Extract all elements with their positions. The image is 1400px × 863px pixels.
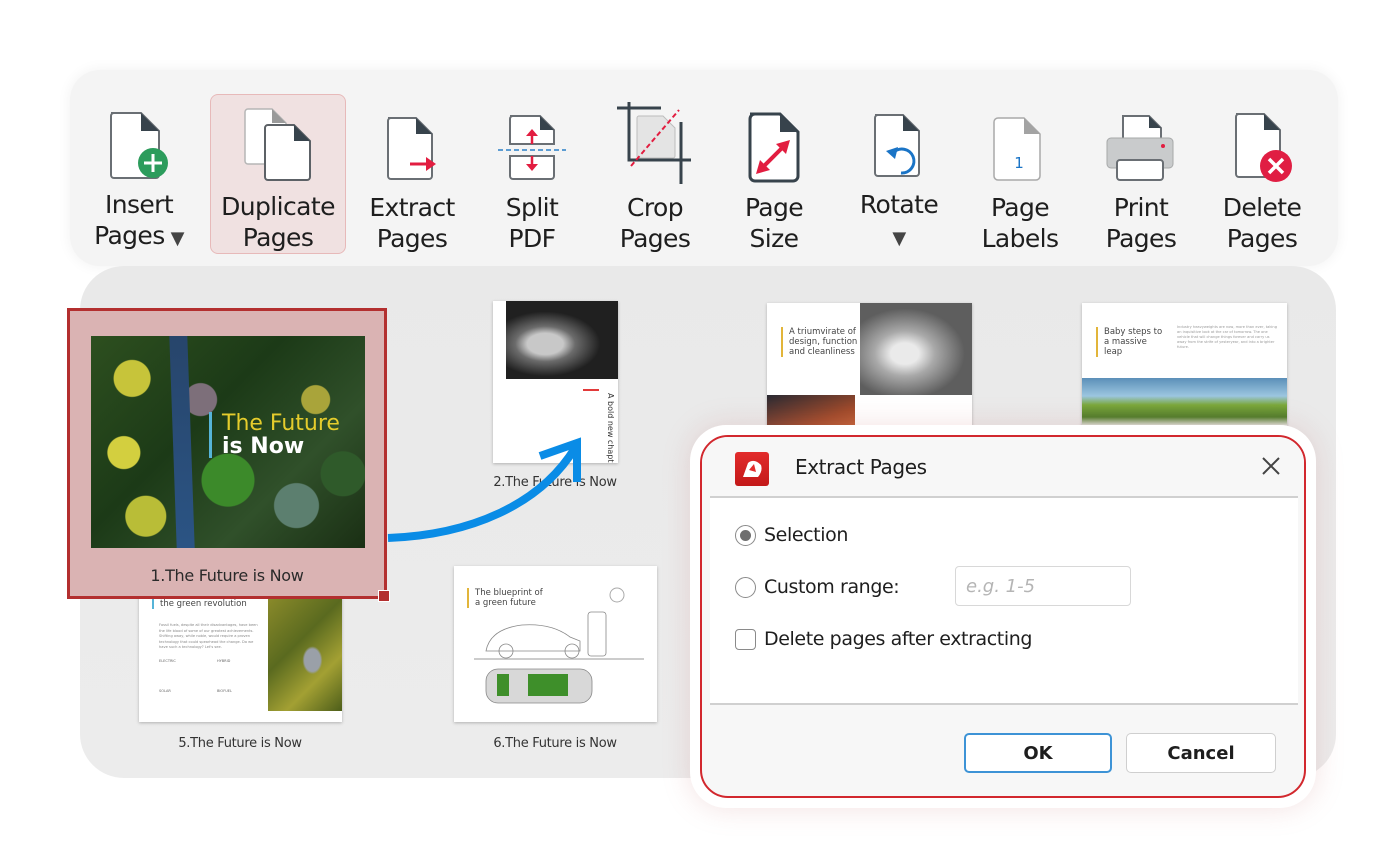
- page-tools-toolbar: Insert Pages ▼ Duplicate Pages Extract Pa…: [70, 70, 1338, 266]
- page4-title: Baby steps to a massive leap: [1096, 327, 1166, 357]
- extract-pages-label: Extract Pages: [369, 193, 455, 253]
- printer-icon: [1105, 94, 1177, 184]
- page-caption-6: 6.The Future is Now: [493, 736, 617, 751]
- cover-headline: The Future is Now: [209, 412, 340, 458]
- page-plus-icon: [107, 94, 171, 181]
- delete-after-checkbox[interactable]: [735, 628, 756, 650]
- winding-road-photo: [268, 598, 342, 711]
- svg-text:1: 1: [1014, 154, 1024, 172]
- ev-blueprint-illustration: [474, 587, 644, 704]
- insert-pages-button[interactable]: Insert Pages ▼: [84, 94, 194, 254]
- selection-label: Selection: [764, 524, 848, 546]
- page-thumbnail-2[interactable]: A bold new chapter of automotive enginee…: [493, 301, 618, 463]
- page-thumbnail-1-selected[interactable]: The Future is Now 1.The Future is Now: [67, 308, 390, 602]
- page-caption-5: 5.The Future is Now: [178, 736, 302, 751]
- page5-feature-2: HYBRID: [217, 659, 231, 663]
- insert-pages-label: Insert Pages ▼: [94, 189, 184, 254]
- car-grille-photo: [506, 301, 618, 379]
- ok-button[interactable]: OK: [964, 733, 1112, 773]
- duplicate-pages-label: Duplicate Pages: [221, 192, 335, 252]
- close-icon[interactable]: [1258, 453, 1284, 479]
- road: [169, 336, 195, 548]
- page-size-label: Page Size: [744, 193, 804, 253]
- delete-after-label: Delete pages after extracting: [764, 628, 1033, 650]
- dialog-header: Extract Pages: [702, 437, 1304, 496]
- custom-range-radio-option[interactable]: Custom range:: [735, 576, 900, 598]
- chevron-down-icon: ▼: [170, 228, 185, 249]
- red-accent-bar: [583, 389, 599, 391]
- page5-feature-1: ELECTRIC: [159, 659, 176, 663]
- cover-headline-line2: is Now: [222, 434, 305, 459]
- footer-divider: [710, 703, 1298, 705]
- page-arrow-right-icon: [382, 94, 442, 184]
- page-labels-button[interactable]: 1 Page Labels: [980, 94, 1060, 254]
- selection-radio[interactable]: [735, 524, 756, 546]
- page5-body: Fossil fuels, despite all their disadvan…: [159, 623, 258, 649]
- custom-range-radio[interactable]: [735, 576, 756, 598]
- crop-pages-label: Crop Pages: [619, 193, 691, 253]
- page5-title: the green revolution: [152, 599, 247, 609]
- duplicate-pages-button[interactable]: Duplicate Pages: [210, 94, 346, 254]
- page-resize-icon: [744, 94, 804, 184]
- page2-rotated-title: A bold new chapter of automotive enginee…: [606, 393, 615, 463]
- custom-range-label: Custom range:: [764, 576, 900, 598]
- extract-pages-button[interactable]: Extract Pages: [360, 94, 464, 254]
- delete-pages-label: Delete Pages: [1222, 193, 1302, 253]
- page-thumbnail-4[interactable]: Baby steps to a massive leap Industry he…: [1082, 303, 1287, 438]
- page5-feature-4: BIOFUEL: [217, 689, 232, 693]
- crop-icon: [617, 94, 693, 184]
- selection-radio-option[interactable]: Selection: [735, 524, 848, 546]
- split-pdf-button[interactable]: Split PDF: [490, 94, 574, 254]
- crop-pages-button[interactable]: Crop Pages: [610, 94, 700, 254]
- page-thumbnail-6[interactable]: The blueprint of a green future: [454, 566, 657, 722]
- dialog-title: Extract Pages: [795, 455, 927, 479]
- dialog-body: Selection Custom range: Delete pages aft…: [710, 498, 1298, 703]
- extract-pages-dialog: Extract Pages Selection Custom range: De…: [700, 435, 1306, 798]
- app-logo-icon: [735, 452, 769, 486]
- split-pdf-label: Split PDF: [505, 193, 559, 253]
- page3-title: A triumvirate of design, function and cl…: [781, 327, 861, 357]
- page4-body: Industry heavyweights are now, more than…: [1177, 325, 1277, 349]
- rotate-label: Rotate ▼: [859, 190, 939, 249]
- page-labels-label: Page Labels: [981, 193, 1059, 253]
- page-caption-2: 2.The Future is Now: [493, 475, 617, 490]
- forest-cover-image: The Future is Now: [91, 336, 365, 548]
- print-pages-label: Print Pages: [1105, 193, 1177, 253]
- resize-handle[interactable]: [378, 590, 390, 602]
- rotate-button[interactable]: Rotate ▼: [852, 94, 946, 254]
- car-front-photo: [860, 303, 972, 395]
- duplicate-pages-icon: [242, 95, 314, 183]
- page-delete-icon: [1230, 94, 1294, 184]
- delete-pages-button[interactable]: Delete Pages: [1214, 94, 1310, 254]
- page-label-icon: 1: [992, 94, 1048, 184]
- cancel-button[interactable]: Cancel: [1126, 733, 1276, 773]
- page-size-button[interactable]: Page Size: [734, 94, 814, 254]
- page-caption-1: 1.The Future is Now: [150, 566, 304, 585]
- page-thumbnail-3[interactable]: A triumvirate of design, function and cl…: [767, 303, 972, 438]
- custom-range-input[interactable]: [955, 566, 1131, 606]
- page5-feature-3: SOLAR: [159, 689, 171, 693]
- page-rotate-icon: [869, 94, 929, 181]
- split-page-icon: [496, 94, 568, 184]
- cover-headline-line1: The Future: [222, 411, 340, 436]
- chevron-down-icon: ▼: [892, 228, 906, 249]
- delete-after-checkbox-option[interactable]: Delete pages after extracting: [735, 628, 1032, 650]
- page-thumbnail-5[interactable]: the green revolution Fossil fuels, despi…: [139, 593, 342, 722]
- print-pages-button[interactable]: Print Pages: [1096, 94, 1186, 254]
